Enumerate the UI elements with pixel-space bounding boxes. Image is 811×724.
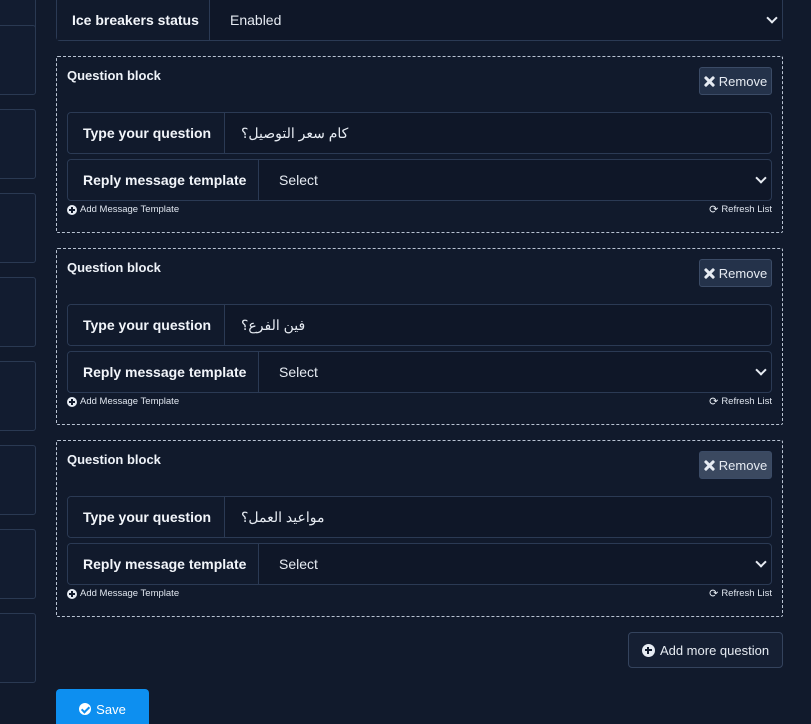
check-circle-icon — [79, 703, 92, 715]
remove-button-label: Remove — [718, 457, 768, 473]
refresh-list-label: Refresh List — [721, 396, 772, 407]
reply-template-row: Reply message template Select — [67, 543, 772, 585]
reply-template-value: Select — [279, 364, 318, 380]
question-block-title: Question block — [67, 260, 161, 275]
chevron-down-icon — [755, 556, 767, 568]
question-field-row: Type your question فين الفرع؟ — [67, 304, 772, 346]
reply-template-select[interactable]: Select — [259, 352, 771, 392]
remove-button-label: Remove — [718, 265, 768, 281]
question-input[interactable]: كام سعر التوصيل؟ — [225, 113, 771, 153]
rail-card[interactable] — [0, 25, 36, 95]
reply-template-label: Reply message template — [68, 544, 259, 584]
ice-breakers-status-row: Ice breakers status Enabled — [56, 0, 783, 41]
refresh-icon: ⟳ — [709, 587, 719, 600]
reply-template-select[interactable]: Select — [259, 160, 771, 200]
chevron-down-icon — [755, 364, 767, 376]
rail-card[interactable] — [0, 529, 36, 599]
remove-button-label: Remove — [718, 73, 768, 89]
question-input[interactable]: فين الفرع؟ — [225, 305, 771, 345]
question-input[interactable]: مواعيد العمل؟ — [225, 497, 771, 537]
add-message-template-link[interactable]: Add Message Template — [67, 396, 179, 407]
refresh-list-link[interactable]: ⟳ Refresh List — [709, 396, 772, 407]
add-more-question-label: Add more question — [659, 642, 770, 658]
reply-template-label: Reply message template — [68, 352, 259, 392]
refresh-list-link[interactable]: ⟳ Refresh List — [709, 588, 772, 599]
question-block-title: Question block — [67, 452, 161, 467]
add-message-template-label: Add Message Template — [80, 396, 180, 407]
chevron-down-icon — [766, 12, 778, 24]
refresh-list-label: Refresh List — [721, 204, 772, 215]
add-more-question-button[interactable]: Add more question — [628, 632, 783, 668]
question-field-label: Type your question — [68, 305, 225, 345]
add-message-template-label: Add Message Template — [80, 588, 180, 599]
x-icon — [704, 460, 715, 471]
save-button[interactable]: Save — [56, 689, 149, 724]
question-block: Question block Remove Type your question… — [56, 56, 783, 233]
plus-circle-icon — [67, 396, 77, 407]
rail-card[interactable] — [0, 361, 36, 431]
question-block-title: Question block — [67, 68, 161, 83]
add-message-template-label: Add Message Template — [80, 204, 180, 215]
refresh-list-label: Refresh List — [721, 588, 772, 599]
x-icon — [704, 76, 715, 87]
question-field-row: Type your question مواعيد العمل؟ — [67, 496, 772, 538]
question-block: Question block Remove Type your question… — [56, 248, 783, 425]
rail-card[interactable] — [0, 193, 36, 263]
status-select-value: Enabled — [230, 12, 282, 28]
rail-card[interactable] — [0, 277, 36, 347]
reply-template-label: Reply message template — [68, 160, 259, 200]
rail-card[interactable] — [0, 613, 36, 683]
reply-template-select[interactable]: Select — [259, 544, 771, 584]
remove-button[interactable]: Remove — [699, 451, 772, 479]
plus-circle-icon — [641, 643, 655, 657]
reply-template-value: Select — [279, 556, 318, 572]
chevron-down-icon — [755, 172, 767, 184]
reply-template-row: Reply message template Select — [67, 159, 772, 201]
rail-card[interactable] — [0, 445, 36, 515]
refresh-icon: ⟳ — [709, 203, 719, 216]
plus-circle-icon — [67, 204, 77, 215]
page: Ice breakers status Enabled Question blo… — [0, 0, 811, 724]
refresh-icon: ⟳ — [709, 395, 719, 408]
refresh-list-link[interactable]: ⟳ Refresh List — [709, 204, 772, 215]
question-block: Question block Remove Type your question… — [56, 440, 783, 617]
question-field-row: Type your question كام سعر التوصيل؟ — [67, 112, 772, 154]
add-message-template-link[interactable]: Add Message Template — [67, 204, 179, 215]
ice-breakers-status-select[interactable]: Enabled — [210, 0, 782, 40]
add-message-template-link[interactable]: Add Message Template — [67, 588, 179, 599]
rail-card[interactable] — [0, 109, 36, 179]
plus-circle-icon — [67, 588, 77, 599]
remove-button[interactable]: Remove — [699, 67, 772, 95]
question-field-label: Type your question — [68, 113, 225, 153]
reply-template-row: Reply message template Select — [67, 351, 772, 393]
x-icon — [704, 268, 715, 279]
remove-button[interactable]: Remove — [699, 259, 772, 287]
ice-breakers-status-label: Ice breakers status — [57, 0, 210, 40]
question-field-label: Type your question — [68, 497, 225, 537]
reply-template-value: Select — [279, 172, 318, 188]
save-button-label: Save — [96, 701, 126, 717]
